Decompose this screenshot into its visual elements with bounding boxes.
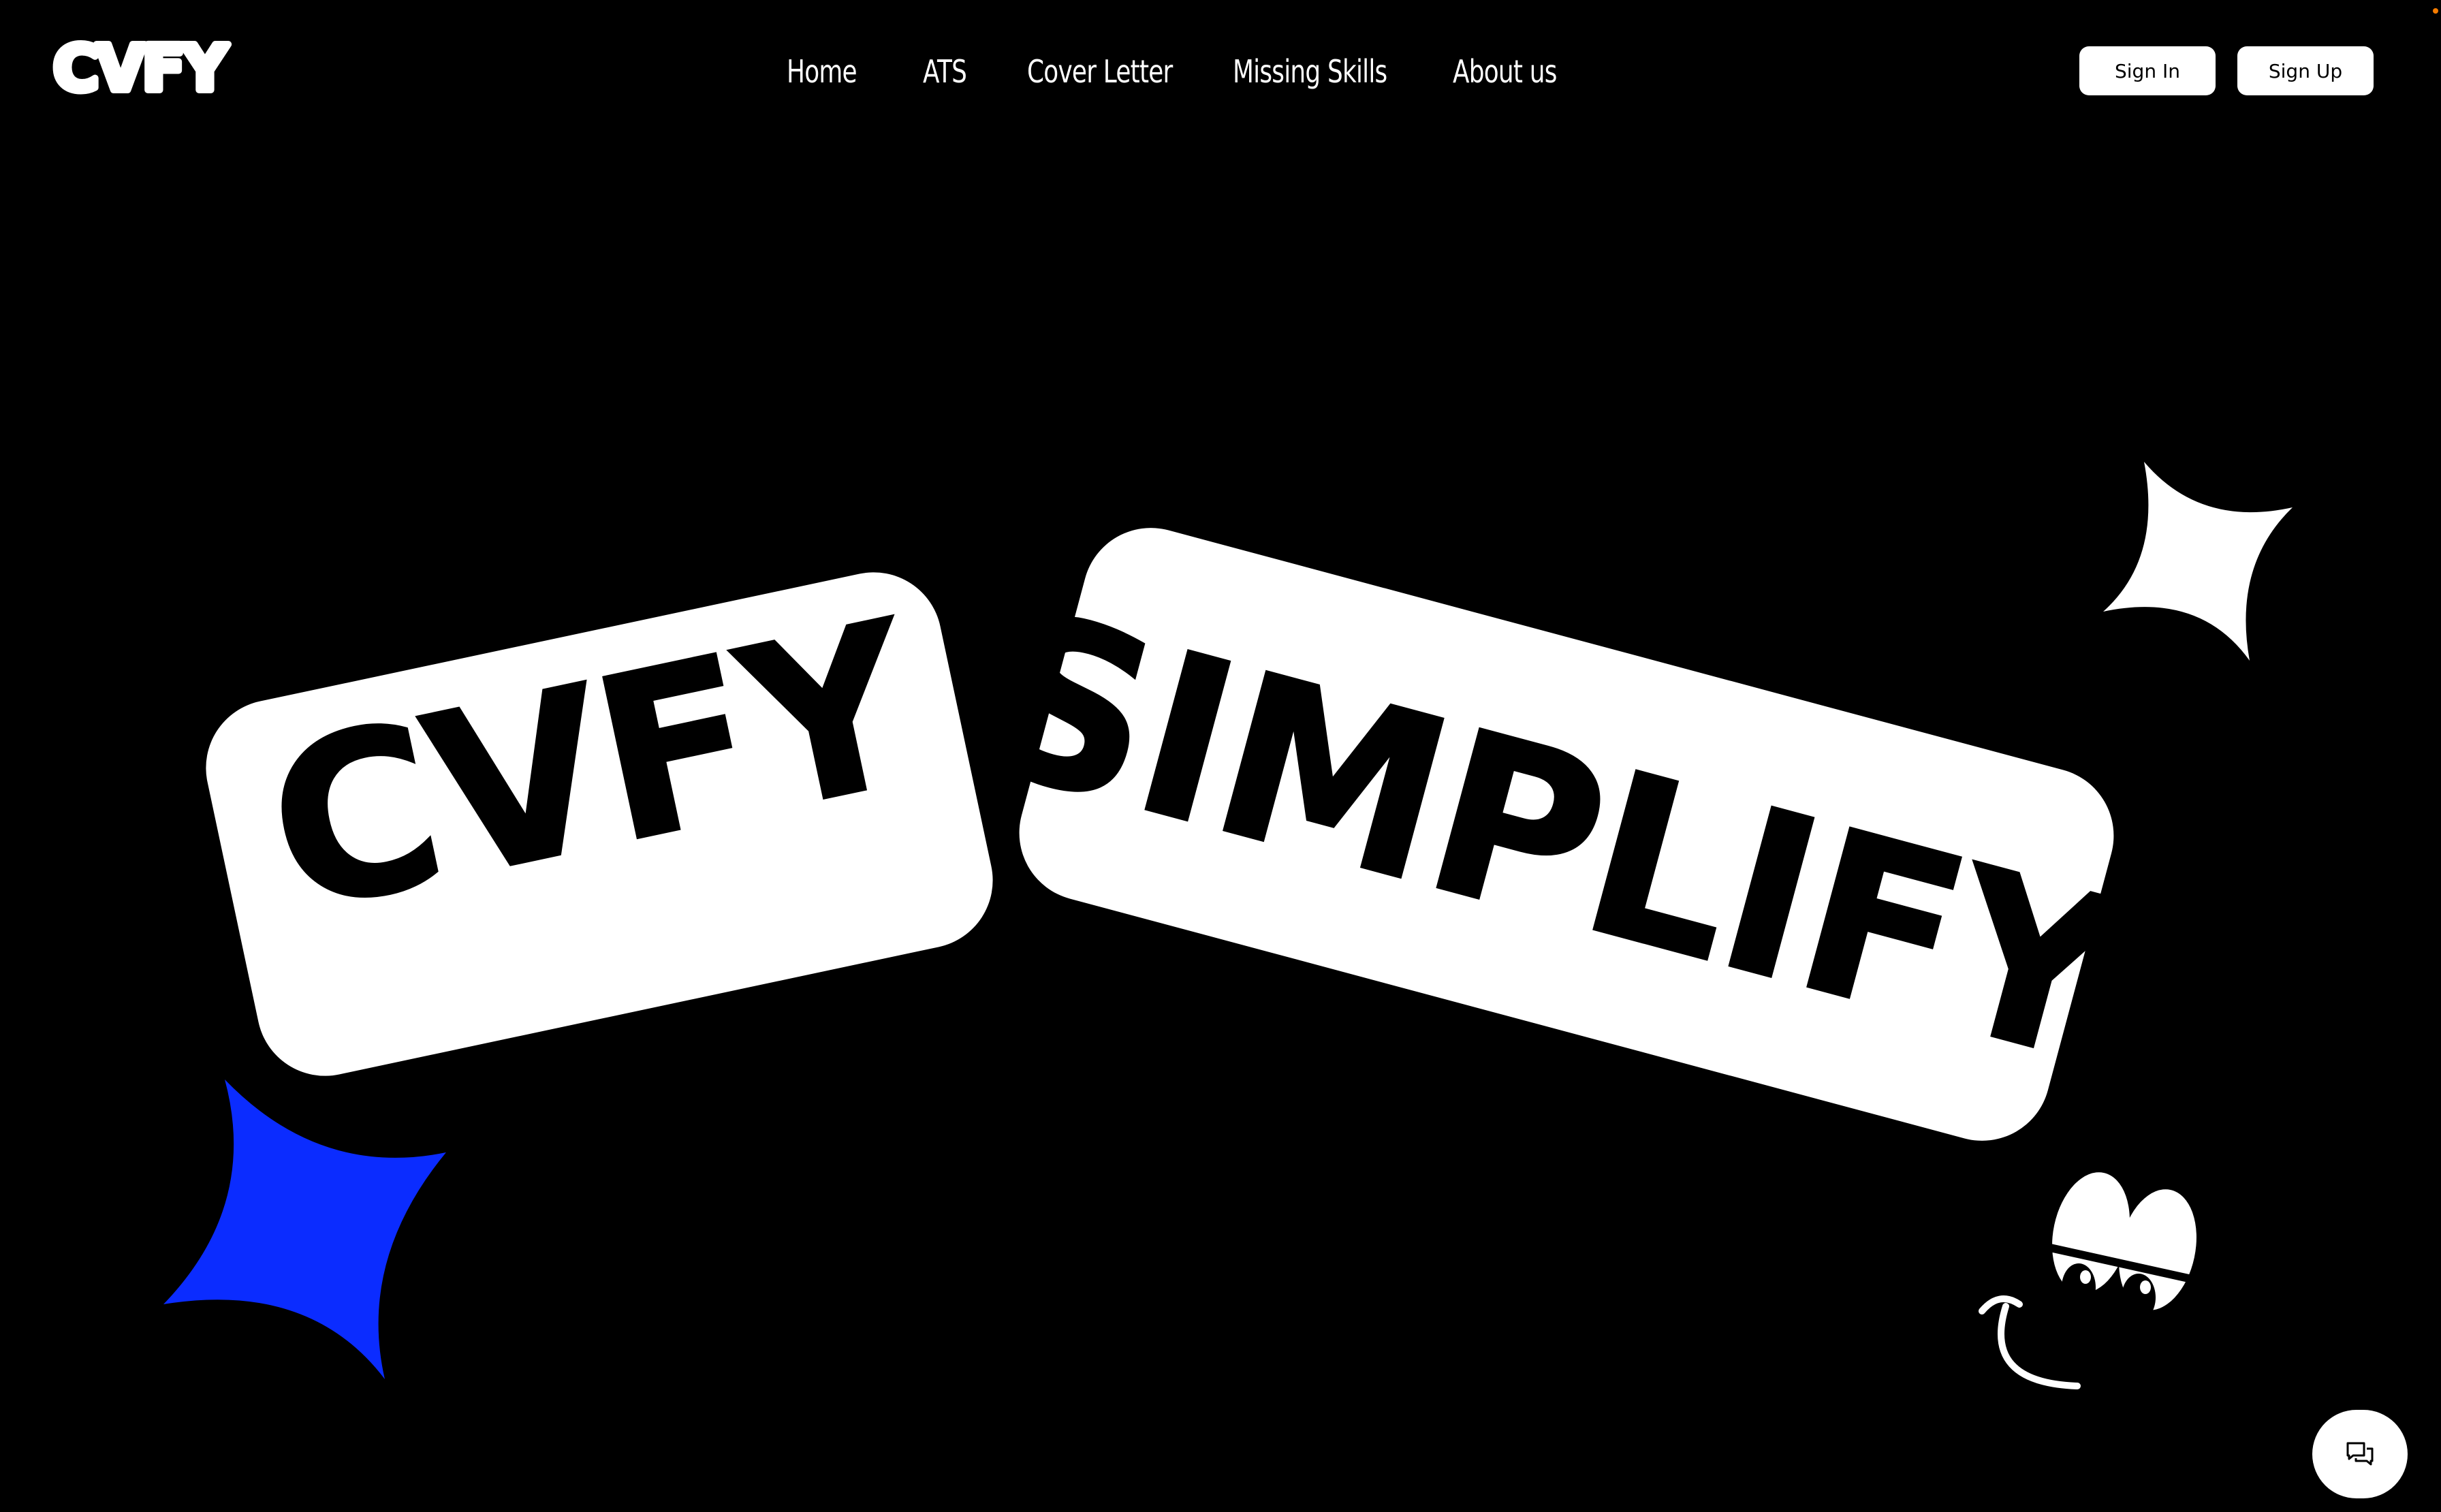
landing-page: CVFY Home ATS Cover Letter Missing Skill… — [0, 0, 2441, 1512]
sparkle-blue-icon — [163, 1080, 446, 1379]
chat-bubbles-icon — [2346, 1442, 2374, 1466]
chat-button[interactable] — [2312, 1410, 2408, 1498]
sparkle-white-icon — [2103, 462, 2293, 661]
cartoon-eyes-smile-icon — [1979, 1172, 2196, 1389]
status-dot — [2433, 8, 2438, 14]
